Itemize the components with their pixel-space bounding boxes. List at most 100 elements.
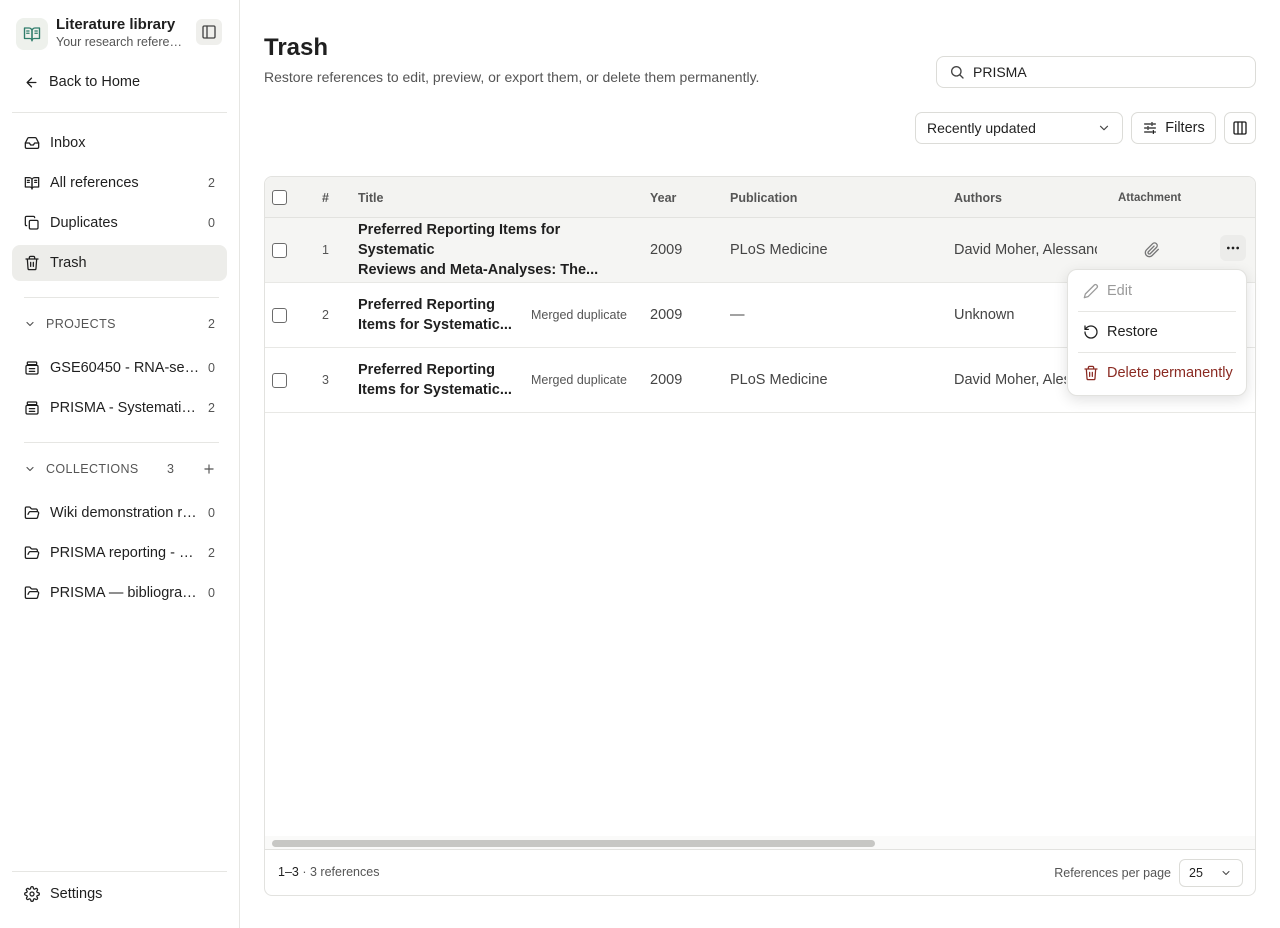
- row-authors: Unknown: [954, 307, 1015, 323]
- section-label: PROJECTS: [46, 317, 116, 331]
- per-page-control: References per page 25: [1054, 859, 1243, 887]
- more-horizontal-icon: [1227, 246, 1239, 250]
- merged-duplicate-badge: Merged duplicate: [531, 308, 627, 322]
- sidebar-item-label: PRISMA reporting - Core papers: [50, 545, 200, 561]
- count-badge: 0: [208, 361, 215, 375]
- row-context-menu: Edit Restore Delete permanently: [1067, 269, 1247, 396]
- divider: [12, 112, 227, 113]
- projects-section-toggle[interactable]: PROJECTS 2: [24, 314, 216, 334]
- back-to-home-link[interactable]: Back to Home: [24, 70, 140, 94]
- plus-icon: [204, 464, 214, 474]
- row-actions-button[interactable]: [1220, 235, 1246, 261]
- back-label: Back to Home: [49, 74, 141, 90]
- chevron-down-icon: [26, 466, 34, 472]
- row-number: 3: [322, 373, 329, 387]
- row-checkbox[interactable]: [272, 242, 287, 258]
- sidebar-item-collection[interactable]: PRISMA reporting - Core papers 2: [12, 535, 227, 571]
- sidebar-item-label: All references: [50, 175, 139, 191]
- section-label: COLLECTIONS: [46, 462, 139, 476]
- sidebar: Literature library Your research referen…: [0, 0, 240, 928]
- menu-label: Restore: [1107, 324, 1158, 340]
- sidebar-item-inbox[interactable]: Inbox: [12, 125, 227, 161]
- search-input[interactable]: [973, 64, 1233, 80]
- sidebar-item-label: GSE60450 - RNA-seq analysis: [50, 360, 200, 376]
- sidebar-item-duplicates[interactable]: Duplicates 0: [12, 205, 227, 241]
- row-publication: —: [730, 307, 745, 323]
- sidebar-item-label: Duplicates: [50, 215, 118, 231]
- edit-menu-item[interactable]: Edit: [1068, 272, 1246, 310]
- count-badge: 0: [208, 586, 215, 600]
- book-open-icon: [24, 177, 40, 190]
- row-title-line: Reviews and Meta-Analyses: The...: [358, 262, 599, 278]
- per-page-select[interactable]: 25: [1179, 859, 1243, 887]
- row-checkbox[interactable]: [272, 372, 287, 388]
- page-subtitle: Restore references to edit, preview, or …: [264, 69, 760, 85]
- row-title[interactable]: Preferred Reporting Items for Systematic…: [358, 283, 518, 347]
- settings-label: Settings: [50, 886, 103, 902]
- pagination-summary: 1–3 · 3 references: [278, 865, 379, 879]
- archive-icon: [25, 361, 39, 375]
- collections-section-toggle[interactable]: COLLECTIONS 3: [24, 459, 216, 479]
- restore-menu-item[interactable]: Restore: [1068, 313, 1246, 351]
- sidebar-item-label: Wiki demonstration references: [50, 505, 200, 521]
- sort-select[interactable]: Recently updated: [915, 112, 1123, 144]
- sidebar-item-collection[interactable]: Wiki demonstration references 0: [12, 495, 227, 531]
- row-title-line: Items for Systematic...: [358, 382, 512, 398]
- column-header-attachment[interactable]: Attachment: [1118, 177, 1181, 218]
- trash-icon: [25, 255, 39, 271]
- column-header-num[interactable]: #: [322, 177, 329, 218]
- brand[interactable]: Literature library Your research referen…: [16, 16, 184, 51]
- delete-permanently-menu-item[interactable]: Delete permanently: [1068, 354, 1246, 392]
- columns-button[interactable]: [1224, 112, 1256, 144]
- sidebar-toggle-button[interactable]: [196, 19, 222, 45]
- sliders-icon: [1144, 122, 1157, 134]
- column-header-year[interactable]: Year: [650, 177, 676, 218]
- row-number: 1: [322, 243, 329, 257]
- sidebar-item-label: PRISMA — bibliography: [50, 585, 201, 601]
- section-count: 3: [167, 462, 175, 476]
- row-title-line: Preferred Reporting Items for Systematic: [358, 222, 561, 258]
- gear-icon: [24, 886, 40, 902]
- settings-link[interactable]: Settings: [24, 886, 102, 902]
- add-collection-button[interactable]: [201, 461, 217, 477]
- brand-title: Literature library: [56, 16, 176, 33]
- book-open-icon: [16, 17, 48, 50]
- sidebar-item-trash[interactable]: Trash: [12, 245, 227, 281]
- sidebar-item-project[interactable]: GSE60450 - RNA-seq analysis 0: [12, 350, 227, 386]
- row-checkbox[interactable]: [272, 307, 287, 323]
- chevron-down-icon: [26, 321, 34, 327]
- row-year: 2009: [650, 307, 683, 323]
- row-title[interactable]: Preferred Reporting Items for Systematic…: [358, 348, 518, 412]
- divider: [12, 871, 227, 872]
- search-box[interactable]: [936, 56, 1256, 88]
- arrow-left-icon: [26, 77, 37, 87]
- folder-open-icon: [24, 586, 40, 599]
- sidebar-item-project[interactable]: PRISMA - Systematic reviews 2: [12, 390, 227, 426]
- row-publication: PLoS Medicine: [730, 242, 828, 258]
- count-label: · 3 references: [302, 865, 380, 879]
- count-badge: 0: [208, 216, 215, 230]
- column-header-title[interactable]: Title: [358, 177, 383, 218]
- rotate-ccw-icon: [1084, 325, 1098, 339]
- chevron-down-icon: [1099, 125, 1109, 131]
- row-title-line: Preferred Reporting: [358, 362, 495, 378]
- sidebar-item-all-references[interactable]: All references 2: [12, 165, 227, 201]
- chevron-down-icon: [1222, 871, 1230, 875]
- menu-divider: [1078, 352, 1236, 353]
- row-title[interactable]: Preferred Reporting Items for Systematic…: [358, 218, 638, 282]
- search-icon: [951, 66, 964, 79]
- select-all-checkbox[interactable]: [272, 190, 287, 205]
- column-header-publication[interactable]: Publication: [730, 177, 797, 218]
- menu-label: Edit: [1107, 283, 1132, 299]
- row-year: 2009: [650, 242, 683, 258]
- filters-button[interactable]: Filters: [1131, 112, 1216, 144]
- row-year: 2009: [650, 372, 683, 388]
- per-page-label: References per page: [1054, 866, 1171, 880]
- scrollbar-thumb[interactable]: [272, 840, 875, 847]
- section-count: 2: [208, 317, 216, 331]
- sidebar-item-collection[interactable]: PRISMA — bibliography 0: [12, 575, 227, 611]
- horizontal-scrollbar[interactable]: [265, 836, 1255, 850]
- column-header-authors[interactable]: Authors: [954, 177, 1002, 218]
- trash-icon: [1084, 365, 1098, 381]
- menu-divider: [1078, 311, 1236, 312]
